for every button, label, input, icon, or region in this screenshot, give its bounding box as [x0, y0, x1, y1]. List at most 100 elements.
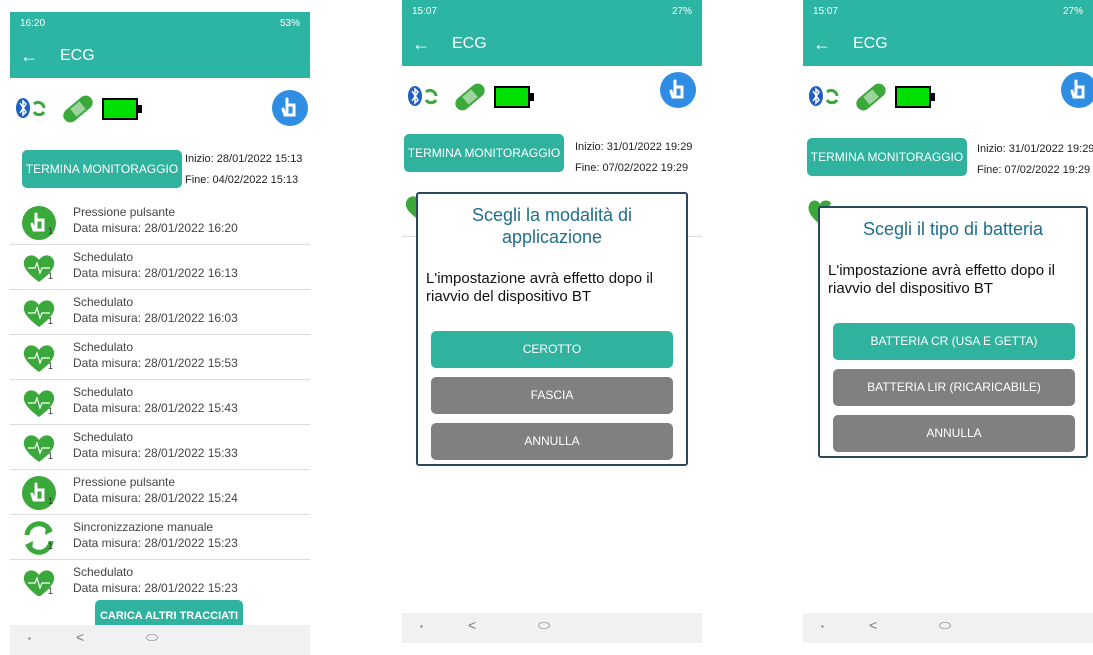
terminate-monitoring-button[interactable]: TERMINA MONITORAGGIO	[22, 150, 182, 188]
cerotto-button[interactable]: CEROTTO	[431, 331, 673, 368]
cancel-button[interactable]: ANNULLA	[431, 423, 673, 460]
android-nav-bar: ▪ < ⬭	[402, 613, 702, 643]
fascia-button[interactable]: FASCIA	[431, 377, 673, 414]
battery-icon[interactable]	[102, 98, 144, 120]
row-date: Data misura: 28/01/2022 15:53	[73, 356, 238, 370]
home-icon[interactable]: ⬭	[146, 629, 158, 646]
battery-lir-button[interactable]: BATTERIA LIR (RICARICABILE)	[833, 369, 1075, 406]
nav-back-icon[interactable]: <	[468, 617, 476, 633]
row-count: 1	[48, 541, 54, 551]
screen-3: 15:07 27% ← ECG TERMINA MONITORAGGIO Ini…	[803, 0, 1093, 643]
row-title: Schedulato	[73, 430, 134, 444]
android-nav-bar: ▪ < ⬭	[803, 613, 1093, 643]
row-date: Data misura: 28/01/2022 15:24	[73, 491, 238, 505]
dialog-title: Scegli la modalità di applicazione	[471, 205, 633, 247]
bluetooth-sync-icon	[16, 98, 46, 118]
row-title: Schedulato	[73, 295, 134, 309]
list-item[interactable]: 1 Sincronizzazione manuale Data misura: …	[10, 515, 310, 560]
row-count: 1	[48, 316, 54, 326]
application-mode-dialog: Scegli la modalità di applicazione L'imp…	[416, 192, 688, 466]
terminate-monitoring-button[interactable]: TERMINA MONITORAGGIO	[807, 138, 967, 176]
row-date: Data misura: 28/01/2022 16:13	[73, 266, 238, 280]
back-arrow-icon[interactable]: ←	[20, 46, 50, 67]
status-time: 16:20	[20, 17, 46, 29]
list-item[interactable]: 1 Schedulato Data misura: 28/01/2022 16:…	[10, 245, 310, 290]
patch-icon[interactable]	[851, 78, 891, 116]
row-title: Sincronizzazione manuale	[73, 520, 214, 534]
measurement-list: 1 Pressione pulsante Data misura: 28/01/…	[10, 200, 310, 596]
row-count: 1	[48, 271, 54, 281]
list-item[interactable]: 1 Schedulato Data misura: 28/01/2022 16:…	[10, 290, 310, 335]
home-icon[interactable]: ⬭	[538, 617, 550, 634]
row-date: Data misura: 28/01/2022 15:23	[73, 581, 238, 595]
bluetooth-sync-icon	[809, 86, 839, 106]
row-count: 1	[48, 586, 54, 596]
start-date: Inizio: 28/01/2022 15:13	[185, 153, 303, 165]
row-count: 1	[48, 451, 54, 461]
row-date: Data misura: 28/01/2022 15:43	[73, 401, 238, 415]
dialog-message: L'impostazione avrà effetto dopo il riav…	[828, 262, 1055, 297]
app-bar: ← ECG	[803, 22, 1093, 66]
patch-icon[interactable]	[450, 78, 490, 116]
status-battery: 27%	[1062, 5, 1083, 17]
status-bar: 15:07 27%	[803, 0, 1093, 22]
monitoring-dates: Inizio: 31/01/2022 19:29 Fine: 07/02/202…	[575, 137, 692, 179]
recents-icon[interactable]: ▪	[420, 622, 423, 631]
status-time: 15:07	[412, 5, 438, 17]
bluetooth-sync-icon	[408, 86, 438, 106]
battery-cr-button[interactable]: BATTERIA CR (USA E GETTA)	[833, 323, 1075, 360]
app-bar: ← ECG	[10, 34, 310, 78]
touch-button-icon[interactable]	[1061, 72, 1093, 108]
battery-icon[interactable]	[494, 86, 536, 108]
list-item[interactable]: 1 Pressione pulsante Data misura: 28/01/…	[10, 470, 310, 515]
list-item[interactable]: 1 Schedulato Data misura: 28/01/2022 15:…	[10, 425, 310, 470]
page-title: ECG	[853, 35, 888, 52]
row-date: Data misura: 28/01/2022 16:20	[73, 221, 238, 235]
screen-1: 16:20 53% ← ECG TERMINA MONITORAGGIO Ini…	[10, 12, 310, 655]
dialog-title: Scegli il tipo di batteria	[862, 219, 1044, 239]
status-bar: 15:07 27%	[402, 0, 702, 22]
dialog-message: L'impostazione avrà effetto dopo il riav…	[426, 270, 653, 305]
battery-type-dialog: Scegli il tipo di batteria L'impostazion…	[818, 206, 1088, 458]
end-date: Fine: 07/02/2022 19:29	[977, 164, 1091, 176]
touch-button-icon[interactable]	[660, 72, 696, 108]
row-title: Schedulato	[73, 385, 134, 399]
patch-icon[interactable]	[58, 90, 98, 128]
list-item[interactable]: 1 Schedulato Data misura: 28/01/2022 15:…	[10, 335, 310, 380]
device-status-row	[402, 72, 702, 118]
status-battery: 53%	[279, 17, 300, 29]
back-arrow-icon[interactable]: ←	[813, 34, 843, 55]
nav-back-icon[interactable]: <	[76, 629, 84, 645]
row-date: Data misura: 28/01/2022 15:23	[73, 536, 238, 550]
battery-icon[interactable]	[895, 86, 937, 108]
row-title: Schedulato	[73, 565, 134, 579]
touch-button-icon[interactable]	[272, 90, 308, 126]
monitoring-dates: Inizio: 28/01/2022 15:13 Fine: 04/02/202…	[185, 149, 302, 191]
home-icon[interactable]: ⬭	[939, 617, 951, 634]
monitoring-dates: Inizio: 31/01/2022 19:29 Fine: 07/02/202…	[977, 139, 1093, 181]
back-arrow-icon[interactable]: ←	[412, 34, 442, 55]
row-date: Data misura: 28/01/2022 15:33	[73, 446, 238, 460]
terminate-monitoring-button[interactable]: TERMINA MONITORAGGIO	[404, 134, 564, 172]
nav-back-icon[interactable]: <	[869, 617, 877, 633]
list-item[interactable]: 1 Pressione pulsante Data misura: 28/01/…	[10, 200, 310, 245]
list-item[interactable]: 1 Schedulato Data misura: 28/01/2022 15:…	[10, 380, 310, 425]
row-count: 1	[48, 361, 54, 371]
device-status-row	[803, 72, 1093, 118]
end-date: Fine: 04/02/2022 15:13	[185, 174, 299, 186]
row-count: 1	[48, 406, 54, 416]
recents-icon[interactable]: ▪	[28, 634, 31, 643]
screen-2: 15:07 27% ← ECG TERMINA MONITORAGGIO Ini…	[402, 0, 702, 643]
cancel-button[interactable]: ANNULLA	[833, 415, 1075, 452]
end-date: Fine: 07/02/2022 19:29	[575, 162, 689, 174]
start-date: Inizio: 31/01/2022 19:29	[575, 141, 693, 153]
row-date: Data misura: 28/01/2022 16:03	[73, 311, 238, 325]
status-time: 15:07	[813, 5, 839, 17]
row-title: Pressione pulsante	[73, 205, 176, 219]
row-title: Pressione pulsante	[73, 475, 176, 489]
recents-icon[interactable]: ▪	[821, 622, 824, 631]
page-title: ECG	[60, 47, 95, 64]
start-date: Inizio: 31/01/2022 19:29	[977, 143, 1093, 155]
status-bar: 16:20 53%	[10, 12, 310, 34]
list-item[interactable]: 1 Schedulato Data misura: 28/01/2022 15:…	[10, 560, 310, 596]
